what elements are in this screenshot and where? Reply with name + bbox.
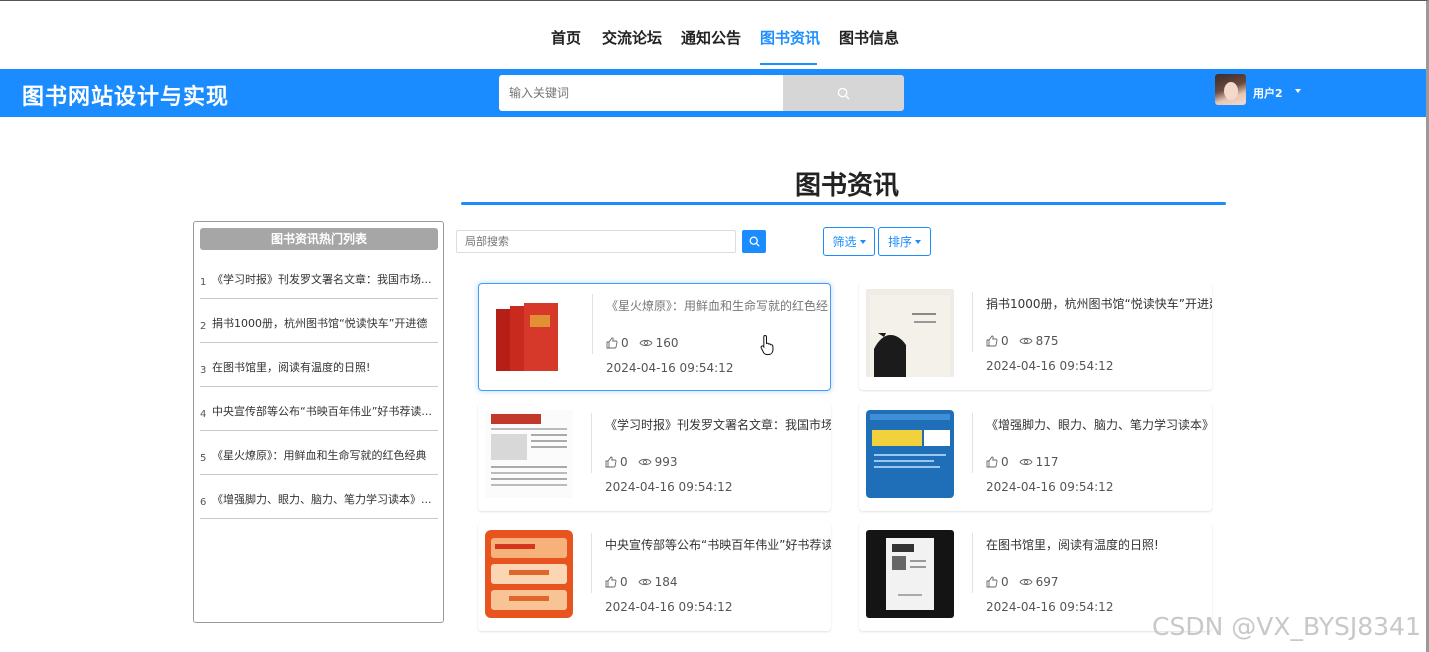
hot-list-sidebar: 图书资讯热门列表 1 《学习时报》刊发罗文署名文章：我国市场... 2 捐书1000…	[193, 221, 444, 623]
eye-icon	[638, 577, 652, 587]
news-stats: 0 160	[606, 336, 679, 350]
like-count: 0	[620, 455, 628, 469]
hot-list-item[interactable]: 4 中央宣传部等公布“书映百年伟业”好书荐读...	[200, 387, 438, 431]
nav-book-news[interactable]: 图书资讯	[760, 27, 820, 48]
news-title[interactable]: 在图书馆里，阅读有温度的日照!	[986, 536, 1212, 553]
search-input[interactable]	[499, 75, 783, 111]
hot-list-item[interactable]: 2 捐书1000册，杭州图书馆“悦读快车”开进德	[200, 299, 438, 343]
search-icon	[837, 87, 850, 100]
sidebar-title: 图书资讯热门列表	[200, 228, 438, 250]
like-count: 0	[1001, 334, 1009, 348]
thumb-up-icon[interactable]	[605, 576, 617, 588]
username[interactable]: 用户2	[1253, 85, 1283, 101]
eye-icon	[1019, 577, 1033, 587]
avatar[interactable]	[1215, 74, 1246, 105]
top-nav: 首页 交流论坛 通知公告 图书资讯 图书信息	[0, 1, 1426, 68]
news-date: 2024-04-16 09:54:12	[605, 480, 733, 494]
view-count: 117	[1035, 455, 1059, 469]
like-count: 0	[620, 575, 628, 589]
news-thumbnail	[866, 289, 954, 377]
eye-icon	[638, 457, 652, 467]
news-thumbnail	[866, 410, 954, 498]
like-count: 0	[1001, 575, 1009, 589]
nav-forum[interactable]: 交流论坛	[602, 27, 662, 48]
title-underline	[461, 202, 1226, 205]
view-count: 875	[1035, 334, 1059, 348]
news-thumbnail	[485, 410, 573, 498]
view-count: 697	[1035, 575, 1059, 589]
like-count: 0	[1001, 455, 1009, 469]
page-title: 图书资讯	[795, 171, 900, 201]
nav-book-info[interactable]: 图书信息	[839, 27, 899, 48]
news-stats: 0 993	[605, 455, 678, 469]
page-root: 首页 交流论坛 通知公告 图书资讯 图书信息 图书网站设计与实现 用户2 图书资…	[0, 0, 1429, 652]
news-thumbnail	[866, 530, 954, 618]
news-stats: 0 184	[605, 575, 678, 589]
site-title: 图书网站设计与实现	[22, 85, 230, 110]
news-title[interactable]: 《增强脚力、眼力、脑力、笔力学习读本》	[986, 416, 1212, 433]
nav-notice[interactable]: 通知公告	[681, 27, 741, 48]
like-count: 0	[621, 336, 629, 350]
thumb-up-icon[interactable]	[606, 337, 618, 349]
news-card[interactable]: 《增强脚力、眼力、脑力、笔力学习读本》 0 117 2024-04-16 09:…	[859, 403, 1212, 511]
news-date: 2024-04-16 09:54:12	[986, 600, 1114, 614]
filter-dropdown[interactable]: 筛选	[823, 227, 875, 256]
view-count: 160	[655, 336, 679, 350]
news-title[interactable]: 中央宣传部等公布“书映百年伟业”好书荐读“	[605, 536, 831, 553]
thumb-up-icon[interactable]	[605, 456, 617, 468]
thumb-up-icon[interactable]	[986, 576, 998, 588]
nav-active-indicator	[760, 63, 817, 65]
hot-list-item[interactable]: 3 在图书馆里，阅读有温度的日照!	[200, 343, 438, 387]
news-thumbnail	[486, 291, 574, 379]
hot-list-item[interactable]: 5 《星火燎原》：用鲜血和生命写就的红色经典	[200, 431, 438, 475]
eye-icon	[639, 338, 653, 348]
hot-list-item[interactable]: 1 《学习时报》刊发罗文署名文章：我国市场...	[200, 255, 438, 299]
eye-icon	[1019, 457, 1033, 467]
chevron-down-icon	[915, 239, 921, 244]
news-stats: 0 117	[986, 455, 1059, 469]
hot-list-item[interactable]: 6 《增强脚力、眼力、脑力、笔力学习读本》...	[200, 475, 438, 519]
news-title[interactable]: 《星火燎原》：用鲜血和生命写就的红色经	[606, 297, 830, 314]
eye-icon	[1019, 336, 1033, 346]
view-count: 993	[654, 455, 678, 469]
news-card[interactable]: 《星火燎原》：用鲜血和生命写就的红色经 0 160 2024-04-16 09:…	[478, 283, 831, 391]
news-stats: 0 875	[986, 334, 1059, 348]
nav-home[interactable]: 首页	[551, 27, 581, 48]
watermark: CSDN @VX_BYSJ8341	[1152, 612, 1421, 641]
news-thumbnail	[485, 530, 573, 618]
news-title[interactable]: 捐书1000册，杭州图书馆“悦读快车”开进建	[986, 295, 1212, 312]
thumb-up-icon[interactable]	[986, 335, 998, 347]
search-icon	[749, 236, 760, 247]
chevron-down-icon	[859, 239, 866, 244]
news-date: 2024-04-16 09:54:12	[605, 600, 733, 614]
sort-dropdown[interactable]: 排序	[878, 227, 931, 256]
news-title[interactable]: 《学习时报》刊发罗文署名文章：我国市场	[605, 416, 831, 433]
view-count: 184	[654, 575, 678, 589]
hand-cursor-icon	[760, 334, 774, 355]
chevron-down-icon[interactable]	[1295, 89, 1301, 93]
thumb-up-icon[interactable]	[986, 456, 998, 468]
local-search-button[interactable]	[742, 230, 766, 253]
search-button[interactable]	[783, 75, 904, 111]
header-banner: 图书网站设计与实现 用户2	[0, 69, 1426, 117]
news-stats: 0 697	[986, 575, 1059, 589]
news-date: 2024-04-16 09:54:12	[986, 480, 1114, 494]
news-card[interactable]: 中央宣传部等公布“书映百年伟业”好书荐读“ 0 184 2024-04-16 0…	[478, 523, 831, 631]
news-card[interactable]: 捐书1000册，杭州图书馆“悦读快车”开进建 0 875 2024-04-16 …	[859, 282, 1212, 390]
news-date: 2024-04-16 09:54:12	[606, 361, 734, 375]
news-card[interactable]: 《学习时报》刊发罗文署名文章：我国市场 0 993 2024-04-16 09:…	[478, 403, 831, 511]
local-search-input[interactable]	[456, 230, 736, 253]
news-date: 2024-04-16 09:54:12	[986, 359, 1114, 373]
